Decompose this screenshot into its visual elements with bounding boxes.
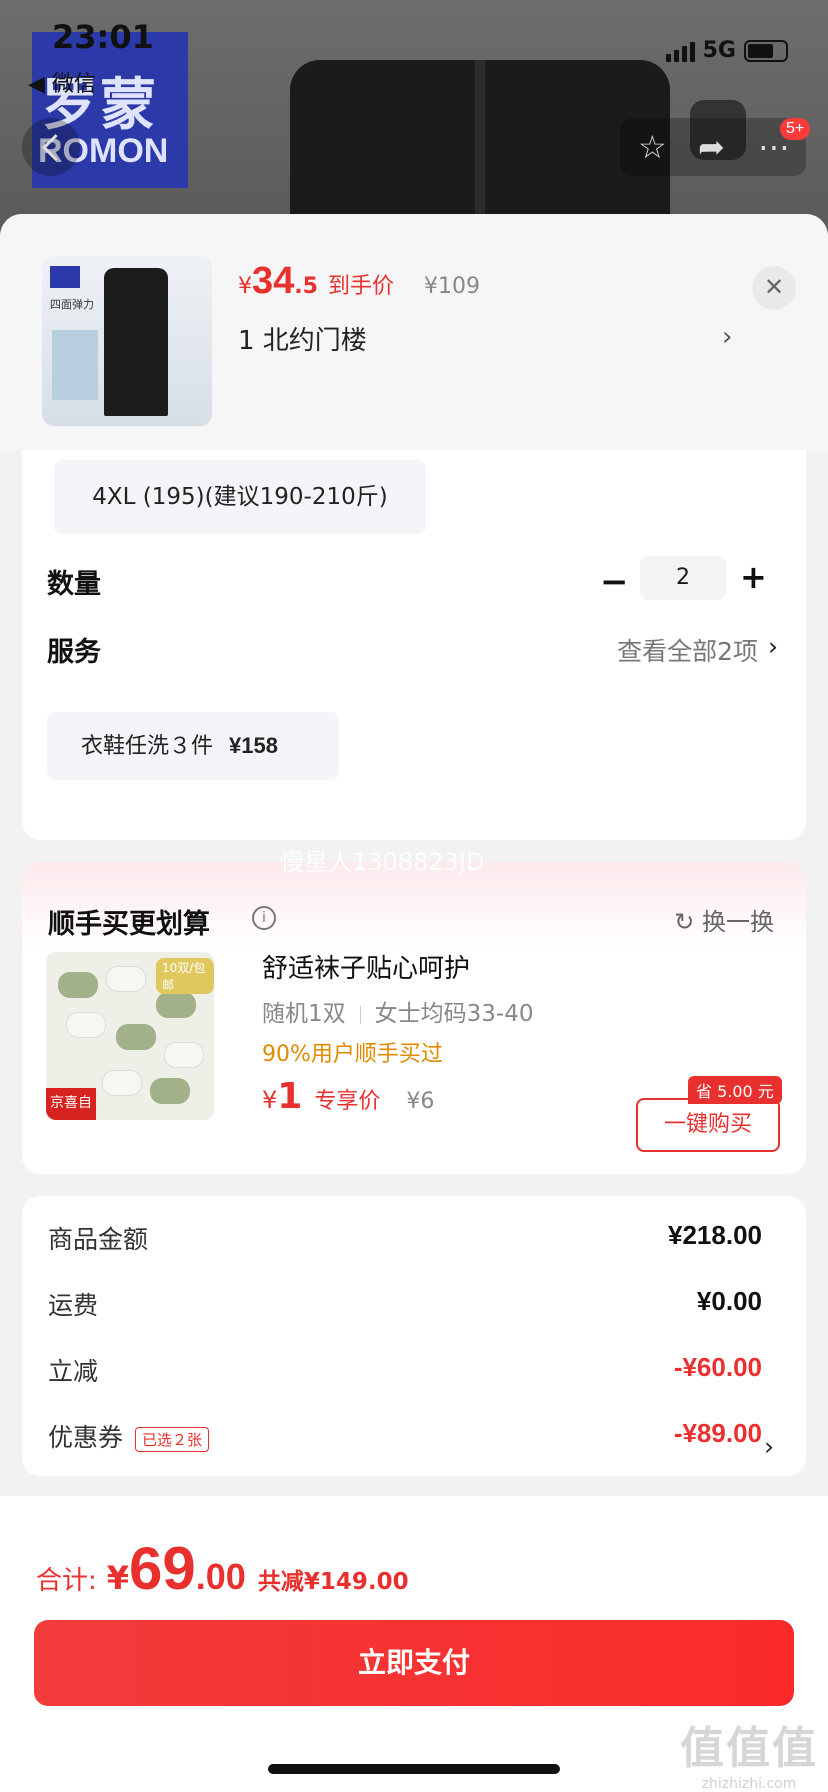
summary-label: 优惠券 [48,1423,124,1452]
price-currency: ¥ [238,274,252,299]
price-integer: 34 [252,260,295,302]
site-watermark-url: zhizhizhi.com [701,1776,797,1792]
product-photo [290,60,670,240]
summary-label: 运费 [48,1291,99,1320]
options-card: 4XL (195)(建议190-210斤) 数量 − 2 + 服务 查看全部2项… [22,450,806,840]
summary-label: 商品金额 [48,1225,149,1254]
coupon-selected-tag: 已选２张 [135,1426,210,1452]
original-price: ¥109 [423,274,480,299]
product-thumbnail: 四面弹力 [42,256,212,426]
total-label: 合计: [36,1566,97,1596]
site-watermark: 值值值 zhizhizhi.com [680,1712,818,1792]
addon-hint: 90%用户顺手买过 [262,1042,443,1067]
back-to-app[interactable]: ◀ 微信 [28,66,96,98]
user-watermark: 慢星人1308823JD [280,848,485,876]
service-option-name: 衣鞋任洗３件 [81,734,214,759]
swap-button[interactable]: ↻ 换一换 [674,902,774,937]
delivery-address[interactable]: 1 北约门楼 [238,320,367,357]
one-click-buy-button[interactable]: 一键购买 [636,1098,780,1152]
addon-title: 顺手买更划算 [48,909,210,940]
quantity-decrease-button[interactable]: − [600,562,629,602]
total-currency: ¥ [106,1559,130,1597]
coupon-label-group: 优惠券 已选２张 [48,1418,210,1454]
thumbnail-fabric [52,330,98,400]
sheet-header: 四面弹力 ¥ 34 .5 到手价 ¥109 1 北约门楼 › ✕ [0,214,828,450]
summary-value: -¥89.00 [673,1418,762,1448]
addon-image-tag: 10双/包邮 [156,958,214,994]
chevron-right-icon[interactable]: › [764,1432,774,1461]
battery-icon [744,39,788,62]
close-button[interactable]: ✕ [752,266,796,310]
addon-product-spec: 随机1双 女士均码33-40 [262,994,533,1028]
network-type: 5G [702,38,736,63]
status-time: 23:01 [52,18,154,56]
thumbnail-logo [50,266,80,288]
nav-back-button[interactable] [22,118,80,176]
pay-now-button[interactable]: 立即支付 [34,1620,794,1706]
chevron-right-icon[interactable]: › [722,322,732,352]
summary-value: ¥218.00 [668,1220,762,1250]
save-badge: 省 5.00 元 [688,1076,782,1104]
info-icon[interactable]: i [252,906,276,930]
addon-product-image[interactable]: 10双/包邮 京喜自营 包邮 [46,952,214,1120]
checkout-bar: 合计: ¥ 69 .00 共减¥149.00 立即支付 值值值 zhizhizh… [0,1496,828,1792]
share-icon[interactable]: ➦ [698,128,725,166]
thumbnail-text: 四面弹力 [50,298,94,311]
favorite-star-icon[interactable]: ☆ [638,128,667,166]
price-summary-card: 商品金额 ¥218.00 运费 ¥0.00 立减 -¥60.00 优惠券 已选２张… [22,1196,806,1476]
addon-price-currency: ¥ [262,1086,278,1114]
total-decimal: .00 [195,1556,246,1597]
quantity-label: 数量 [47,569,101,600]
summary-row-goods: 商品金额 ¥218.00 [48,1220,762,1256]
quantity-increase-button[interactable]: + [740,558,767,596]
product-price: ¥ 34 .5 到手价 ¥109 [238,260,480,303]
addon-image-badge: 京喜自营 包邮 [46,1088,96,1120]
summary-value: ¥0.00 [696,1286,762,1316]
price-decimal: .5 [294,274,318,299]
service-option[interactable]: 衣鞋任洗３件 ¥158 [47,712,339,780]
service-view-all[interactable]: 查看全部2项 [617,632,758,668]
nav-actions: ☆ ➦ ⋯ [620,118,806,176]
addon-product-name[interactable]: 舒适袜子贴心呵护 [262,948,470,985]
home-indicator [268,1764,560,1774]
total-saved: 共减¥149.00 [257,1569,409,1595]
signal-icon [665,40,695,62]
summary-label: 立减 [48,1357,99,1386]
notification-badge: 5+ [780,118,811,140]
chevron-right-icon[interactable]: › [768,632,778,661]
purchase-sheet: 四面弹力 ¥ 34 .5 到手价 ¥109 1 北约门楼 › ✕ 4XL (19… [0,214,828,1792]
quantity-stepper[interactable]: 2 [640,556,726,600]
addon-price: ¥ 1 专享价 ¥6 [262,1076,434,1117]
addon-original-price: ¥6 [406,1089,435,1114]
addon-price-value: 1 [277,1076,303,1117]
summary-row-coupon[interactable]: 优惠券 已选２张 -¥89.00 [48,1418,762,1454]
site-watermark-logo: 值值值 [680,1723,818,1774]
addon-spec-size: 女士均码33-40 [374,1001,534,1027]
service-label: 服务 [47,637,101,668]
refresh-icon: ↻ [674,908,702,936]
summary-row-discount: 立减 -¥60.00 [48,1352,762,1388]
order-total: 合计: ¥ 69 .00 共减¥149.00 [36,1534,409,1603]
addon-spec-qty: 随机1双 [262,1001,346,1027]
service-option-price: ¥158 [229,733,278,758]
size-option[interactable]: 4XL (195)(建议190-210斤) [54,460,426,534]
total-integer: 69 [129,1535,196,1602]
thumbnail-pants [104,268,168,416]
summary-value: -¥60.00 [673,1352,762,1382]
price-label: 到手价 [327,274,394,299]
addon-price-label: 专享价 [314,1089,381,1114]
swap-label: 换一换 [702,908,774,936]
summary-row-shipping: 运费 ¥0.00 [48,1286,762,1322]
addon-card: 慢星人1308823JD 顺手买更划算 i ↻ 换一换 10双/包邮 京喜自营 … [22,848,806,1174]
status-indicators: 5G [665,38,788,63]
